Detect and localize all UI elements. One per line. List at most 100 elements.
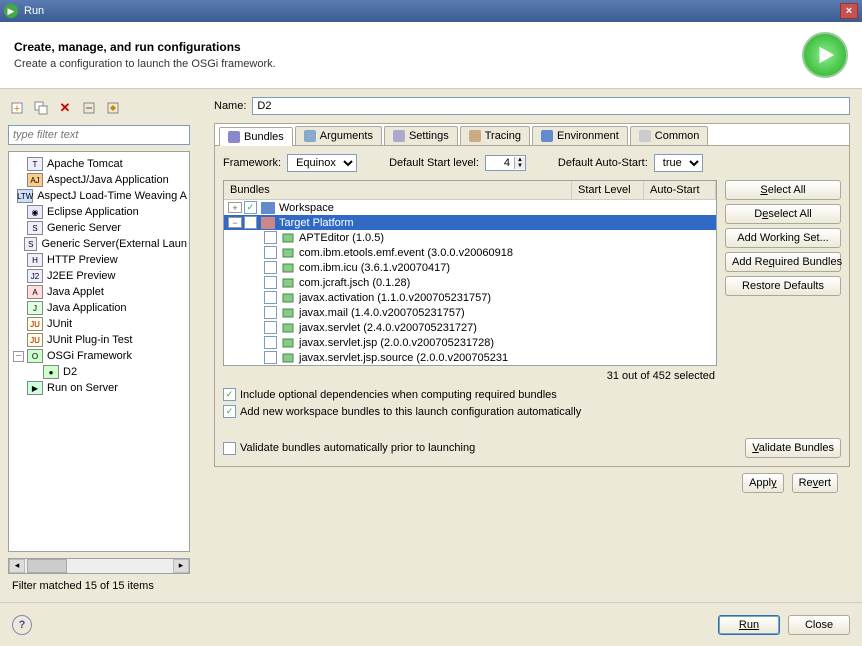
tracing-icon xyxy=(469,130,481,142)
new-config-button[interactable]: + xyxy=(8,99,26,117)
revert-button[interactable]: Revert xyxy=(792,473,838,493)
arguments-icon xyxy=(304,130,316,142)
config-tree[interactable]: TApache Tomcat AJAspectJ/Java Applicatio… xyxy=(8,151,190,552)
bundle-row[interactable]: javax.activation (1.1.0.v200705231757) xyxy=(299,292,491,304)
bundle-check[interactable] xyxy=(264,351,277,364)
select-all-button[interactable]: Select All xyxy=(725,180,841,200)
window-title: Run xyxy=(24,5,44,17)
filter-input[interactable] xyxy=(13,129,185,141)
tree-item[interactable]: JUnit Plug-in Test xyxy=(47,334,132,346)
bundle-check[interactable] xyxy=(264,246,277,259)
scroll-right[interactable]: ▸ xyxy=(173,559,189,573)
bundle-row[interactable]: com.jcraft.jsch (0.1.28) xyxy=(299,277,410,289)
scroll-thumb[interactable] xyxy=(27,559,67,573)
collapse-all-button[interactable] xyxy=(80,99,98,117)
tree-item[interactable]: OSGi Framework xyxy=(47,350,132,362)
col-bundles[interactable]: Bundles xyxy=(224,181,572,199)
restore-defaults-button[interactable]: Restore Defaults xyxy=(725,276,841,296)
col-auto-start[interactable]: Auto-Start xyxy=(644,181,716,199)
check-target[interactable] xyxy=(244,216,257,229)
bundle-check[interactable] xyxy=(264,321,277,334)
tab-arguments[interactable]: Arguments xyxy=(295,126,382,145)
expand-toggle[interactable]: − xyxy=(13,351,24,362)
title-bar: ▶ Run × xyxy=(0,0,862,22)
window-close-button[interactable]: × xyxy=(840,3,858,19)
sidebar-toolbar: + ✕ xyxy=(6,95,192,121)
horizontal-scrollbar[interactable]: ◂ ▸ xyxy=(8,558,190,574)
bundle-row[interactable]: javax.servlet (2.4.0.v200705231727) xyxy=(299,322,477,334)
bundle-check[interactable] xyxy=(264,306,277,319)
tree-item[interactable]: AspectJ Load-Time Weaving A xyxy=(37,190,187,202)
col-start-level[interactable]: Start Level xyxy=(572,181,644,199)
bundle-row[interactable]: com.ibm.icu (3.6.1.v20070417) xyxy=(299,262,450,274)
aj-icon: AJ xyxy=(27,173,43,187)
tree-item[interactable]: HTTP Preview xyxy=(47,254,118,266)
tab-settings[interactable]: Settings xyxy=(384,126,458,145)
expand-workspace[interactable]: + xyxy=(228,202,242,213)
bundle-check[interactable] xyxy=(264,276,277,289)
default-auto-label: Default Auto-Start: xyxy=(558,157,648,169)
tab-common[interactable]: Common xyxy=(630,126,709,145)
tree-item[interactable]: AspectJ/Java Application xyxy=(47,174,169,186)
bundle-check[interactable] xyxy=(264,261,277,274)
name-input[interactable] xyxy=(252,97,850,115)
osgi-icon: O xyxy=(27,349,43,363)
bundle-row[interactable]: APTEditor (1.0.5) xyxy=(299,232,384,244)
config-icon: ● xyxy=(43,365,59,379)
bundle-check[interactable] xyxy=(264,291,277,304)
framework-select[interactable]: Equinox xyxy=(287,154,357,172)
tree-item-selected[interactable]: D2 xyxy=(63,366,77,378)
close-button[interactable]: Close xyxy=(788,615,850,635)
deselect-all-button[interactable]: Deselect All xyxy=(725,204,841,224)
tree-item[interactable]: Run on Server xyxy=(47,382,118,394)
apply-button[interactable]: Apply xyxy=(742,473,784,493)
tree-item[interactable]: Java Application xyxy=(47,302,127,314)
tab-environment[interactable]: Environment xyxy=(532,126,628,145)
check-workspace[interactable]: ✓ xyxy=(244,201,257,214)
tree-item[interactable]: J2EE Preview xyxy=(47,270,115,282)
tab-bundles[interactable]: Bundles xyxy=(219,127,293,146)
default-auto-select[interactable]: true xyxy=(654,154,703,172)
tree-item[interactable]: JUnit xyxy=(47,318,72,330)
help-button[interactable]: ? xyxy=(12,615,32,635)
duplicate-config-button[interactable] xyxy=(32,99,50,117)
tree-item[interactable]: Apache Tomcat xyxy=(47,158,123,170)
check-validate[interactable] xyxy=(223,442,236,455)
bundle-check[interactable] xyxy=(264,231,277,244)
run-server-icon: ▶ xyxy=(27,381,43,395)
expand-target[interactable]: − xyxy=(228,217,242,228)
scroll-left[interactable]: ◂ xyxy=(9,559,25,573)
delete-config-button[interactable]: ✕ xyxy=(56,99,74,117)
bundle-row[interactable]: com.ibm.etools.emf.event (3.0.0.v2006091… xyxy=(299,247,513,259)
tree-item[interactable]: Generic Server(External Laun xyxy=(41,238,187,250)
add-working-set-button[interactable]: Add Working Set... xyxy=(725,228,841,248)
label-add-new: Add new workspace bundles to this launch… xyxy=(240,406,581,418)
plugin-icon xyxy=(281,277,295,289)
settings-icon xyxy=(393,130,405,142)
check-add-new[interactable]: ✓ xyxy=(223,405,236,418)
dialog-footer: ? Run Close xyxy=(0,602,862,646)
default-start-spinner[interactable]: ▲▼ xyxy=(485,155,526,171)
bundle-row[interactable]: javax.mail (1.4.0.v200705231757) xyxy=(299,307,465,319)
tree-item[interactable]: Java Applet xyxy=(47,286,104,298)
tab-tracing[interactable]: Tracing xyxy=(460,126,530,145)
plugin-icon xyxy=(281,307,295,319)
tree-item[interactable]: Generic Server xyxy=(47,222,121,234)
spinner-down[interactable]: ▼ xyxy=(514,163,525,169)
validate-bundles-button[interactable]: Validate Bundles xyxy=(745,438,841,458)
bundles-table[interactable]: Bundles Start Level Auto-Start +✓ Workspa… xyxy=(223,180,717,366)
run-button[interactable]: Run xyxy=(718,615,780,635)
bundle-check[interactable] xyxy=(264,336,277,349)
filter-box[interactable] xyxy=(8,125,190,145)
group-target[interactable]: Target Platform xyxy=(279,217,354,229)
filter-button[interactable] xyxy=(104,99,122,117)
group-workspace[interactable]: Workspace xyxy=(279,202,334,214)
bundle-row[interactable]: javax.servlet.jsp (2.0.0.v200705231728) xyxy=(299,337,494,349)
default-start-input[interactable] xyxy=(486,156,514,170)
check-include-optional[interactable]: ✓ xyxy=(223,388,236,401)
label-validate: Validate bundles automatically prior to … xyxy=(240,442,475,454)
tree-item[interactable]: Eclipse Application xyxy=(47,206,139,218)
bundle-row[interactable]: javax.servlet.jsp.source (2.0.0.v2007052… xyxy=(299,352,508,364)
bundles-icon xyxy=(228,131,240,143)
add-required-button[interactable]: Add Required Bundles xyxy=(725,252,841,272)
